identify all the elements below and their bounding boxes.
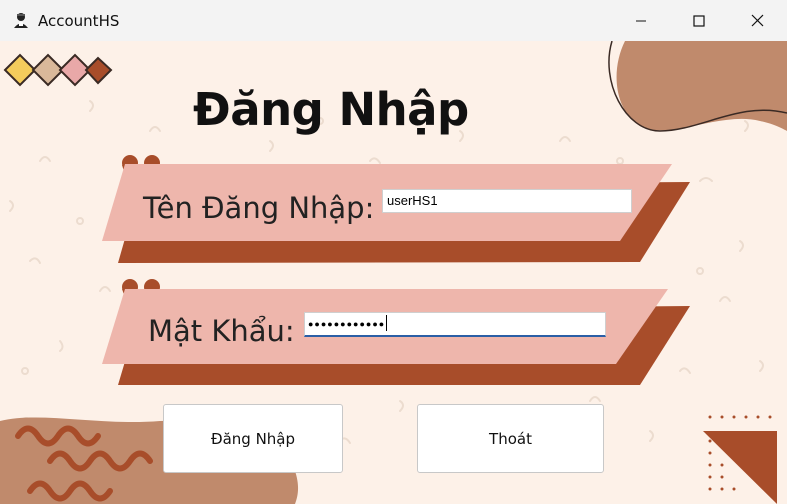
- password-label: Mật Khẩu:: [148, 314, 295, 348]
- app-window: AccountHS Đăng Nhập Tên Đăng Nhập: userH…: [0, 0, 787, 504]
- minimize-icon: [636, 20, 646, 21]
- title-bar: AccountHS: [0, 0, 787, 42]
- username-label: Tên Đăng Nhập:: [143, 191, 375, 225]
- username-value: userHS1: [387, 193, 438, 208]
- maximize-button[interactable]: [670, 0, 728, 41]
- page-title: Đăng Nhập: [193, 83, 469, 136]
- close-icon: [751, 14, 763, 27]
- login-panel: Đăng Nhập Tên Đăng Nhập: userHS1 Mật Khẩ…: [0, 41, 787, 504]
- exit-button[interactable]: Thoát: [417, 404, 604, 473]
- login-button[interactable]: Đăng Nhập: [163, 404, 343, 473]
- maximize-icon: [693, 14, 705, 27]
- window-title: AccountHS: [38, 12, 120, 30]
- close-button[interactable]: [728, 0, 786, 41]
- app-icon: [14, 13, 28, 28]
- minimize-button[interactable]: [612, 0, 670, 41]
- username-input[interactable]: userHS1: [382, 189, 632, 213]
- password-value: ●●●●●●●●●●●●: [308, 319, 386, 329]
- text-caret: [386, 315, 388, 332]
- password-input[interactable]: ●●●●●●●●●●●●: [304, 312, 606, 337]
